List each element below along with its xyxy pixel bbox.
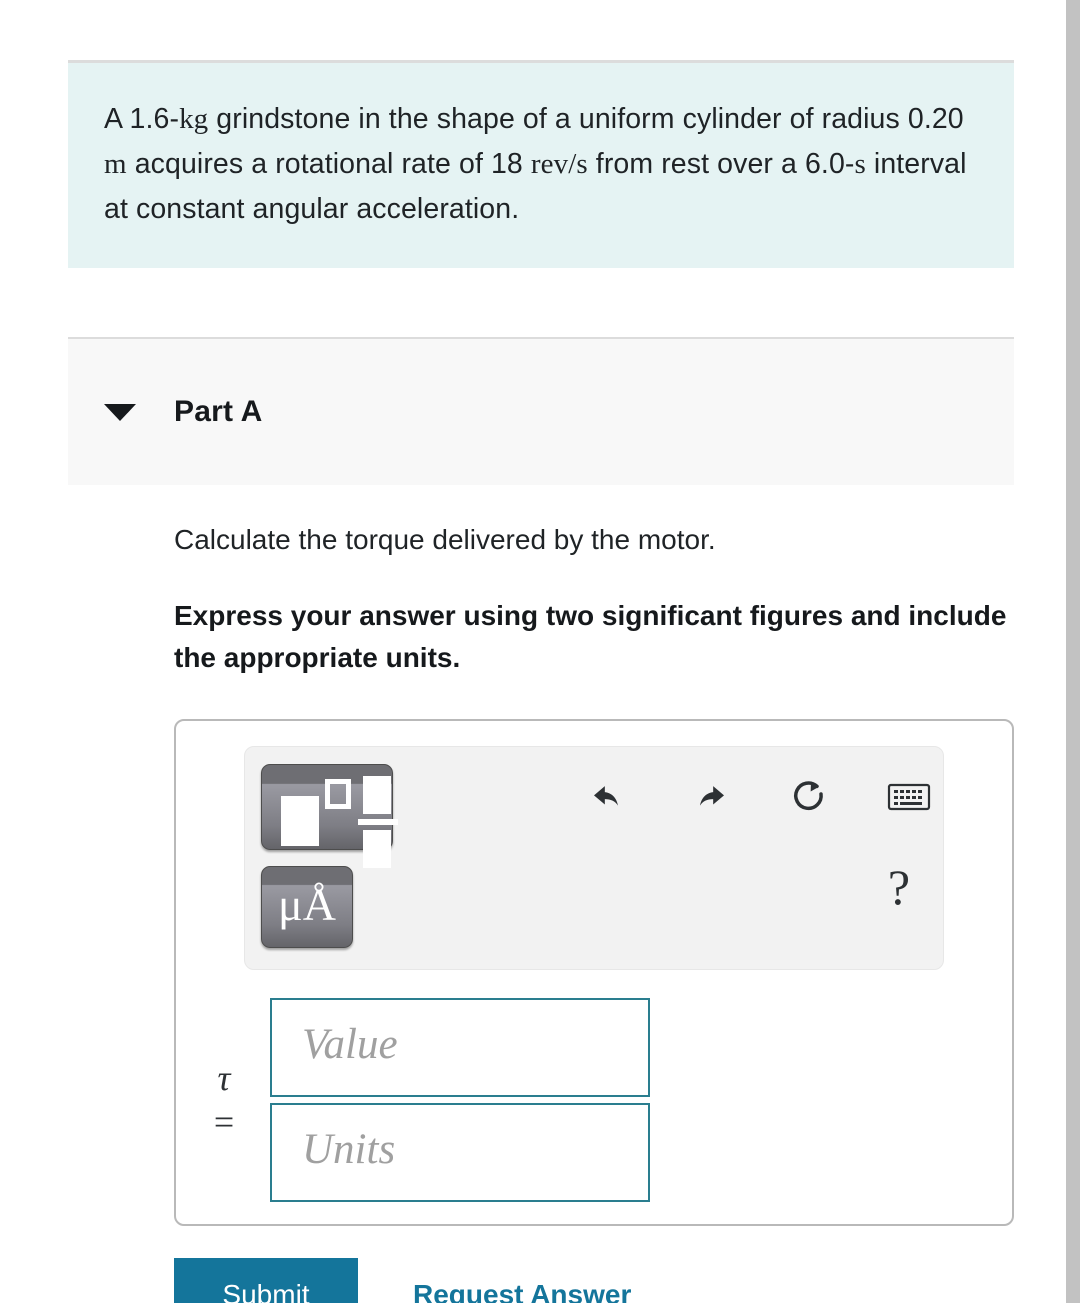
content-column: A 1.6-kg grindstone in the shape of a un… <box>68 0 1014 1303</box>
equation-label: τ = <box>178 1060 270 1140</box>
symbol-units-button[interactable]: μÅ <box>261 866 353 948</box>
chevron-down-icon[interactable] <box>104 403 136 421</box>
action-row: Submit Request Answer <box>68 1258 1014 1303</box>
tau-symbol: τ <box>217 1058 231 1098</box>
units-input[interactable] <box>270 1103 650 1202</box>
vertical-scrollbar-track[interactable] <box>1066 0 1080 1303</box>
submit-button[interactable]: Submit <box>174 1258 358 1303</box>
answer-instruction: Express your answer using two significan… <box>174 600 1007 673</box>
help-icon[interactable]: ? <box>875 859 923 915</box>
symbol-units-label: μÅ <box>278 879 336 930</box>
problem-unit-rev-per-s: rev/s <box>531 142 588 187</box>
template-fraction-bar-icon <box>358 819 398 825</box>
problem-seg-6: from rest over a 6.0- <box>587 148 855 180</box>
problem-unit-s: s <box>854 148 866 180</box>
problem-unit-m: m <box>104 148 127 180</box>
question-prompt: Calculate the torque delivered by the mo… <box>174 524 716 555</box>
problem-statement-text: A 1.6-kg grindstone in the shape of a un… <box>104 97 978 232</box>
problem-seg-4: acquires a rotational rate of 18 <box>126 148 531 180</box>
answer-fields <box>270 998 650 1202</box>
part-title: Part A <box>174 395 263 428</box>
problem-statement-panel: A 1.6-kg grindstone in the shape of a un… <box>68 60 1014 268</box>
problem-seg-2: grindstone in the shape of a uniform cyl… <box>208 103 964 135</box>
equals-symbol: = <box>213 1102 235 1142</box>
undo-icon[interactable] <box>585 773 633 821</box>
reset-icon[interactable] <box>785 773 833 821</box>
math-toolbar-panel: μÅ ? <box>244 746 944 970</box>
template-superscript-box-icon <box>325 779 351 809</box>
part-a-header[interactable]: Part A <box>68 337 1014 485</box>
template-fraction-numerator-icon <box>363 776 391 814</box>
math-template-button[interactable] <box>261 764 398 868</box>
toolbar-icon-row <box>585 773 933 821</box>
answer-input-row: τ = <box>176 998 1012 1202</box>
template-fraction-denominator-icon <box>363 830 391 868</box>
vertical-scrollbar-thumb[interactable] <box>1066 0 1080 1303</box>
keyboard-icon[interactable] <box>885 773 933 821</box>
problem-unit-rev-per-s-text: rev/s <box>530 148 588 180</box>
problem-seg-0: A 1.6- <box>104 103 180 135</box>
problem-unit-kg: kg <box>179 103 209 135</box>
answer-entry-box: μÅ ? τ = Value Units <box>174 719 1014 1226</box>
request-answer-link[interactable]: Request Answer <box>413 1279 631 1303</box>
template-base-box-icon <box>281 796 319 846</box>
value-input[interactable] <box>270 998 650 1097</box>
redo-icon[interactable] <box>685 773 733 821</box>
page-root: A 1.6-kg grindstone in the shape of a un… <box>0 0 1080 1303</box>
part-a-body: Calculate the torque delivered by the mo… <box>68 485 1014 1226</box>
